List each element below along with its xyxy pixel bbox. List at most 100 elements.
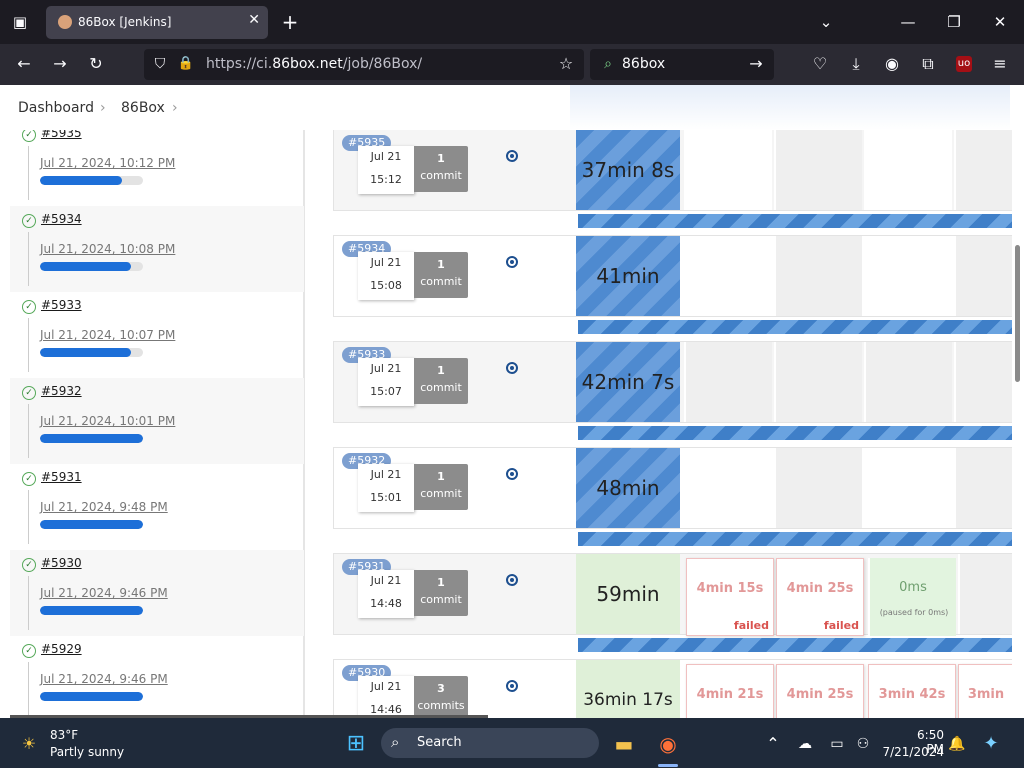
jenkins-favicon-icon [58,15,72,29]
address-bar[interactable]: ⛉ 🔒 https://ci.86box.net/job/86Box/ ☆ [144,49,584,80]
run-duration[interactable]: 41min 35s [576,236,680,368]
build-progress-bar [40,520,143,529]
commits-card[interactable]: 1 commit [414,358,468,404]
scrollbar-thumb[interactable] [1015,245,1020,382]
reload-icon[interactable]: ↻ [84,52,108,76]
vertical-scrollbar[interactable] [1012,130,1024,718]
breadcrumb-separator: › [100,100,106,116]
tab-overview-icon[interactable]: ▣ [8,10,32,34]
close-tab-icon[interactable]: ✕ [248,12,260,28]
run-duration[interactable]: 36min 17s [576,660,680,718]
commits-card[interactable]: 1 commit [414,252,468,298]
run-row: #5935 Jul 21 15:12 1 commit 37min 8s [333,129,1014,211]
stage-cell-failed[interactable]: 4min 25s failed [776,558,864,636]
success-check-icon: ✓ [22,644,36,658]
view-log-icon[interactable] [506,574,518,586]
onedrive-icon[interactable]: ☁ [792,731,818,757]
build-date-link[interactable]: Jul 21, 2024, 10:07 PM [40,328,175,342]
stage-cell-failed[interactable]: 4min 15s failed [686,558,774,636]
weather-icon[interactable]: ☀ [16,731,42,757]
commits-card[interactable]: 1 commit [414,146,468,192]
search-go-icon[interactable]: → [744,52,768,76]
success-check-icon: ✓ [22,300,36,314]
view-log-icon[interactable] [506,680,518,692]
stage-cell-failed[interactable]: 3min 42s [868,664,956,718]
list-tabs-icon[interactable]: ⌄ [814,10,838,34]
build-number-link[interactable]: #5934 [41,212,82,226]
downloads-icon[interactable]: ⤓ [844,52,868,76]
commits-card[interactable]: 3 commits [414,676,468,718]
back-icon[interactable]: ← [12,52,36,76]
search-engine-icon: ⌕ [604,56,612,72]
display-icon[interactable]: ▭ [824,731,850,757]
build-number-link[interactable]: #5931 [41,470,82,484]
weather-text[interactable]: Partly sunny [50,745,124,759]
copilot-icon[interactable]: ✦ [978,731,1004,757]
jenkins-page: Dashboard › 86Box › ✓ #5935 Jul 21, 2024… [0,85,1024,718]
run-duration[interactable]: 37min 8s [576,130,680,210]
clock-date[interactable]: 7/21/2024 [880,745,944,759]
show-hidden-icons[interactable]: ⌃ [760,731,786,757]
view-log-icon[interactable] [506,362,518,374]
build-number-link[interactable]: #5933 [41,298,82,312]
build-progress-bar [40,434,143,443]
build-date-link[interactable]: Jul 21, 2024, 10:08 PM [40,242,175,256]
history-row: ✓ #5931 Jul 21, 2024, 9:48 PM [10,464,304,550]
new-tab-button[interactable]: + [278,10,302,34]
run-duration[interactable]: 42min 7s [576,342,680,422]
extensions-icon[interactable]: ⧉ [916,52,940,76]
forward-icon[interactable]: → [48,52,72,76]
stage-cell-paused[interactable]: 0ms (paused for 0ms) [868,558,956,636]
commits-card[interactable]: 1 commit [414,570,468,616]
build-number-link[interactable]: #5929 [41,642,82,656]
commits-card[interactable]: 1 commit [414,464,468,510]
view-log-icon[interactable] [506,256,518,268]
notification-bell-icon[interactable]: 🔔 [944,731,970,757]
build-date-link[interactable]: Jul 21, 2024, 10:12 PM [40,156,175,170]
network-icon[interactable]: ⚇ [850,731,876,757]
search-text[interactable]: 86box [622,56,665,72]
restore-icon[interactable]: ❐ [942,10,966,34]
build-date-link[interactable]: Jul 21, 2024, 9:46 PM [40,586,168,600]
view-log-icon[interactable] [506,150,518,162]
build-date-link[interactable]: Jul 21, 2024, 10:01 PM [40,414,175,428]
taskbar: ☀ 83°F Partly sunny ⊞ ⌕ Search ▬ ◉ ⌃ ☁ ▭… [0,718,1024,768]
run-duration[interactable]: 48min 35s [576,448,680,580]
file-explorer-icon[interactable]: ▬ [611,731,637,757]
breadcrumb-separator[interactable]: › [172,100,178,116]
stage-cell-failed[interactable]: 3min [958,664,1014,718]
success-check-icon: ✓ [22,472,36,486]
build-number-link[interactable]: #5930 [41,556,82,570]
history-row: ✓ #5935 Jul 21, 2024, 10:12 PM [10,120,304,206]
shield-icon[interactable]: ⛉ [148,52,172,76]
windows-start-icon[interactable]: ⊞ [343,731,369,757]
minimize-icon[interactable]: — [896,10,920,34]
browser-tab[interactable]: 86Box [Jenkins] ✕ [46,6,268,39]
bookmark-star-icon[interactable]: ☆ [554,52,578,76]
view-log-icon[interactable] [506,468,518,480]
window-close-icon[interactable]: ✕ [988,10,1012,34]
run-duration[interactable]: 59min 53s [576,554,680,686]
breadcrumb-job[interactable]: 86Box [121,100,165,116]
stage-cell-failed[interactable]: 4min 25s [776,664,864,718]
build-date-link[interactable]: Jul 21, 2024, 9:48 PM [40,500,168,514]
menu-icon[interactable]: ≡ [988,52,1012,76]
firefox-icon[interactable]: ◉ [655,731,681,757]
run-date-card: Jul 21 15:12 [358,146,414,194]
ublock-icon[interactable]: uo [952,52,976,76]
build-date-link[interactable]: Jul 21, 2024, 9:46 PM [40,672,168,686]
success-check-icon: ✓ [22,214,36,228]
pocket-icon[interactable]: ♡ [808,52,832,76]
stage-progress-bar [578,532,1018,546]
account-icon[interactable]: ◉ [880,52,904,76]
taskbar-search[interactable]: ⌕ Search [381,728,599,758]
search-box[interactable]: ⌕ 86box → [590,49,774,80]
url-text[interactable]: https://ci.86box.net/job/86Box/ [206,56,422,72]
lock-icon[interactable]: 🔒 [174,52,198,76]
breadcrumb-dashboard[interactable]: Dashboard [18,100,94,116]
stage-progress-bar [578,638,1018,652]
stage-cell-failed[interactable]: 4min 21s [686,664,774,718]
build-number-link[interactable]: #5932 [41,384,82,398]
weather-temp[interactable]: 83°F [50,728,78,742]
run-row: #5934 Jul 2115:08 1commit 41min 35s [333,235,1014,368]
